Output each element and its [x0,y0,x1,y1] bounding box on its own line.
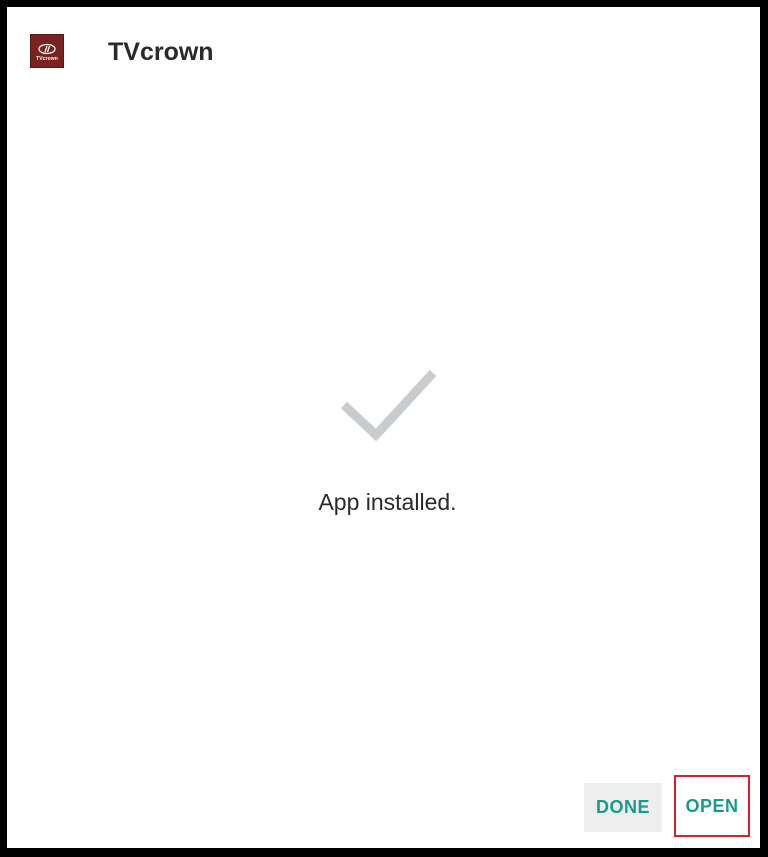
status-message: App installed. [318,489,457,515]
install-dialog: TVcrown TVcrown App installed. DONE OPEN [7,7,760,848]
dialog-header: TVcrown TVcrown [7,7,760,97]
app-icon-label: TVcrown [36,55,58,62]
tvcrown-app-icon: TVcrown [30,34,64,68]
dialog-actions: DONE OPEN [7,767,760,847]
app-title: TVcrown [108,38,214,66]
checkmark-icon [340,369,436,442]
app-emblem-icon [38,43,56,54]
open-button[interactable]: OPEN [674,775,750,837]
done-button[interactable]: DONE [584,783,662,832]
install-status: App installed. [7,367,760,527]
